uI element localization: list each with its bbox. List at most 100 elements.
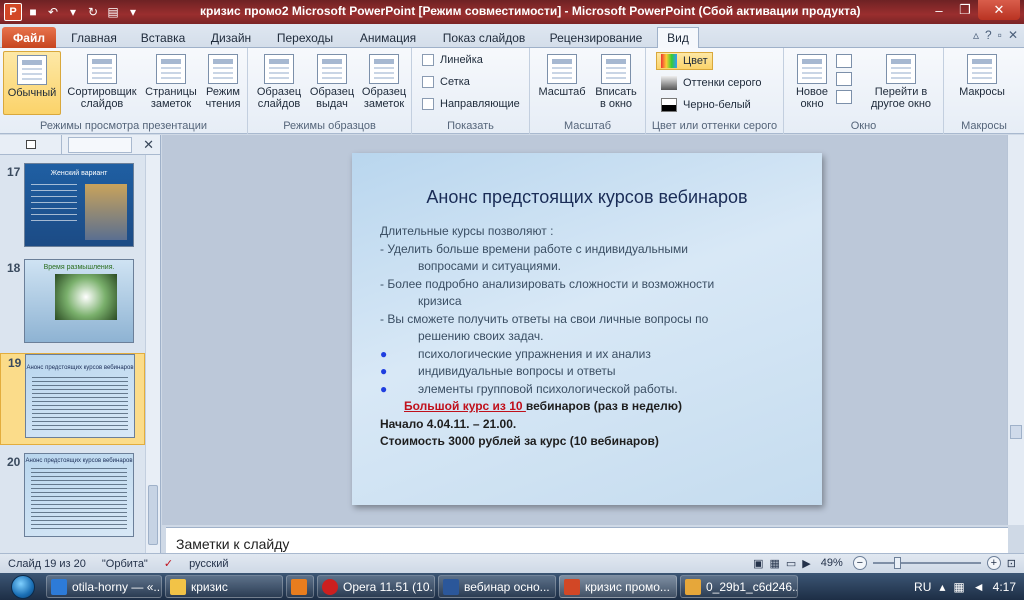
fit-slide-icon[interactable]: ⊡ [1007, 557, 1016, 570]
taskbar-item[interactable] [286, 575, 314, 598]
notes-page-button[interactable]: Страницы заметок [142, 51, 200, 115]
normal-view-icon[interactable]: ▣ [753, 557, 763, 570]
collapse-ribbon-icon[interactable]: ▵ [973, 28, 979, 42]
vertical-scrollbar[interactable] [1007, 135, 1024, 525]
new-window-button[interactable]: Новое окно [788, 51, 836, 115]
notes-master-button[interactable]: Образец заметок [358, 51, 410, 115]
taskbar-item[interactable]: кризис промо... [559, 575, 677, 598]
thumb-photo [85, 184, 127, 240]
opera-icon [322, 578, 338, 595]
title-bar: P ■ ↶ ▾ ↻ ▤ ▾ кризис промо2 Microsoft Po… [0, 0, 1024, 24]
move-split-icon[interactable] [836, 90, 852, 104]
slide-sorter-button[interactable]: Сортировщик слайдов [64, 51, 140, 115]
start-button[interactable] [0, 573, 46, 600]
checkbox-box[interactable] [422, 76, 434, 88]
slideshow-icon[interactable]: ▶ [802, 557, 810, 570]
zoom-controls: ▣ ▦ ▭ ▶ 49% − + ⊡ [753, 556, 1016, 570]
bullet-icon: ● [380, 346, 388, 361]
restore-doc-icon[interactable]: ▫ [998, 28, 1002, 42]
current-slide[interactable]: Анонс предстоящих курсов вебинаров Длите… [352, 153, 822, 505]
tab-slideshow[interactable]: Показ слайдов [434, 27, 534, 48]
cascade-icon[interactable] [836, 72, 852, 86]
tab-file[interactable]: Файл [2, 27, 56, 48]
minimize-button[interactable]: ‒ [926, 0, 952, 20]
color-icon [661, 54, 677, 68]
reading-view-button[interactable]: Режим чтения [200, 51, 246, 115]
taskbar-item[interactable]: кризис [165, 575, 283, 598]
taskbar-item[interactable]: вебинар осно... [438, 575, 556, 598]
zoom-slider-knob[interactable] [894, 557, 902, 569]
sorter-view-icon[interactable]: ▦ [769, 557, 779, 570]
volume-icon[interactable]: ◄ [973, 580, 985, 594]
slides-tab[interactable] [0, 134, 62, 155]
group-label: Окно [850, 120, 877, 132]
fit-window-button[interactable]: Вписать в окно [590, 51, 642, 115]
powerpoint-icon[interactable]: P [4, 3, 22, 21]
tab-animation[interactable]: Анимация [348, 27, 428, 48]
normal-view-button[interactable]: Обычный [3, 51, 61, 115]
group-macros: Макросы Макросы [944, 48, 1024, 134]
guides-checkbox[interactable]: Направляющие [422, 98, 520, 110]
scrollbar-thumb[interactable] [148, 485, 158, 545]
show-hidden-icon[interactable]: ▴ [939, 580, 945, 594]
tab-insert[interactable]: Вставка [132, 27, 194, 48]
color-button[interactable]: Цвет [656, 52, 713, 70]
language[interactable]: русский [181, 558, 236, 570]
grid-checkbox[interactable]: Сетка [422, 76, 470, 88]
group-master-views: Образец слайдов Образец выдач Образец за… [248, 48, 412, 134]
slides-scrollbar[interactable] [145, 155, 160, 553]
group-label: Масштаб [563, 120, 612, 132]
slide-title[interactable]: Анонс предстоящих курсов вебинаров [352, 187, 822, 208]
language-indicator[interactable]: RU [914, 580, 931, 594]
black-white-button[interactable]: Черно-белый [661, 98, 751, 112]
taskbar-item[interactable]: Opera 11.51 (10... [317, 575, 435, 598]
tab-home[interactable]: Главная [62, 27, 126, 48]
notes-pane[interactable]: Заметки к слайду [166, 527, 1008, 553]
slide-thumbnail-20[interactable]: 20 Анонс предстоящих курсов вебинаров [0, 453, 145, 545]
tab-design[interactable]: Дизайн [200, 27, 262, 48]
maximize-button[interactable]: ❐ [952, 0, 978, 20]
window-title: кризис промо2 Microsoft PowerPoint [Режи… [200, 4, 861, 18]
customize-qat-icon[interactable]: ▾ [124, 3, 142, 21]
network-icon[interactable]: ▦ [953, 580, 964, 594]
tab-review[interactable]: Рецензирование [540, 27, 652, 48]
reading-view-icon[interactable]: ▭ [786, 557, 796, 570]
chevron-down-icon[interactable]: ▾ [64, 3, 82, 21]
undo-icon[interactable]: ↶ [44, 3, 62, 21]
slide-body[interactable]: Длительные курсы позволяют : - Уделить б… [380, 223, 810, 451]
zoom-percent[interactable]: 49% [817, 557, 847, 569]
zoom-in-button[interactable]: + [986, 556, 1001, 570]
slide-master-button[interactable]: Образец слайдов [252, 51, 306, 115]
close-doc-icon[interactable]: ✕ [1008, 28, 1018, 42]
zoom-out-button[interactable]: − [852, 556, 867, 570]
close-button[interactable]: ✕ [978, 0, 1020, 20]
taskbar-item[interactable]: otila-horny — «... [46, 575, 162, 598]
quick-access-toolbar: P ■ ↶ ▾ ↻ ▤ ▾ [0, 0, 142, 24]
scrollbar-thumb[interactable] [1010, 425, 1022, 439]
layout-icon[interactable]: ▤ [104, 3, 122, 21]
taskbar-item[interactable]: 0_29b1_c6d246... [680, 575, 798, 598]
checkbox-box[interactable] [422, 54, 434, 66]
slide-thumbnail-19[interactable]: 19 Анонс предстоящих курсов вебинаров [0, 353, 145, 445]
zoom-slider[interactable] [872, 557, 981, 569]
checkbox-box[interactable] [422, 98, 434, 110]
help-icon[interactable]: ? [985, 28, 992, 42]
tab-view[interactable]: Вид [657, 27, 699, 48]
slide-thumbnail-18[interactable]: 18 Время размышления. [0, 259, 145, 351]
switch-windows-button[interactable]: Перейти в другое окно [862, 51, 940, 115]
zoom-button[interactable]: Масштаб [536, 51, 588, 115]
clock[interactable]: 4:17 [993, 580, 1016, 594]
arrange-all-icon[interactable] [836, 54, 852, 68]
close-panel-icon[interactable]: ✕ [143, 137, 154, 153]
slide-thumbnail-17[interactable]: 17 Женский вариант [0, 163, 145, 255]
spellcheck-icon[interactable]: ✓ [156, 557, 181, 570]
handout-master-button[interactable]: Образец выдач [306, 51, 358, 115]
outline-tab[interactable] [68, 137, 132, 153]
ruler-checkbox[interactable]: Линейка [422, 54, 483, 66]
redo-icon[interactable]: ↻ [84, 3, 102, 21]
macros-button[interactable]: Макросы [950, 51, 1014, 115]
grayscale-button[interactable]: Оттенки серого [661, 76, 761, 90]
notes-master-icon [369, 54, 399, 84]
save-icon[interactable]: ■ [24, 3, 42, 21]
tab-transitions[interactable]: Переходы [268, 27, 342, 48]
